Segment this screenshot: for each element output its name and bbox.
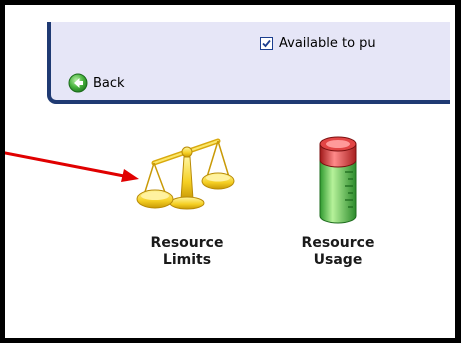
screenshot-frame xyxy=(0,0,461,343)
